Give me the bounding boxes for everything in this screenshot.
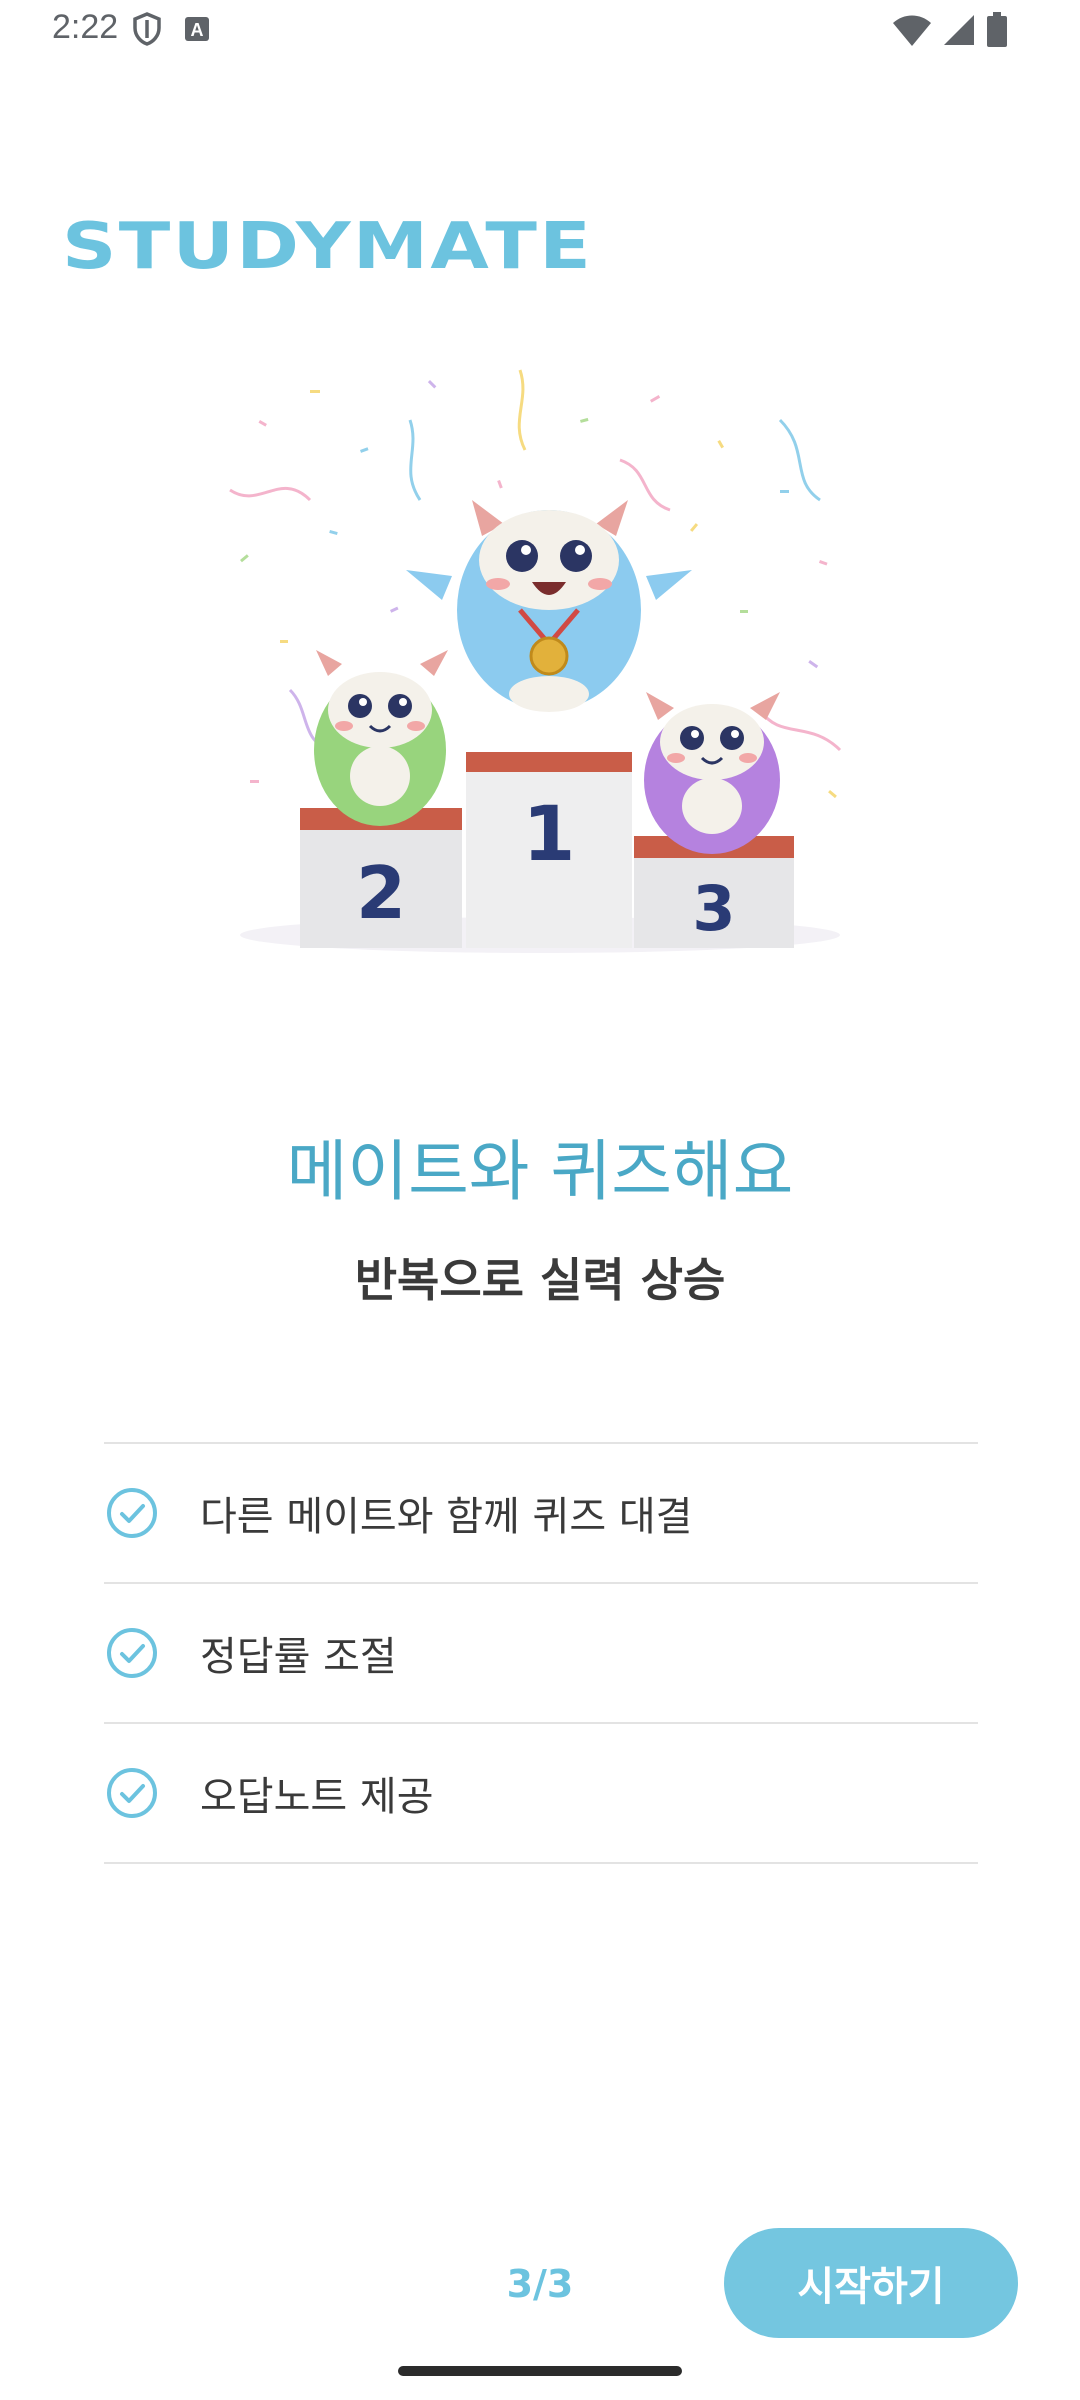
status-bar: 2:22 A (0, 0, 1080, 64)
podium-2-label: 2 (356, 851, 406, 935)
home-indicator[interactable] (398, 2366, 682, 2376)
app-logo: STUDYMATE (62, 210, 594, 284)
onboarding-title: 메이트와 퀴즈해요 (286, 1133, 794, 1210)
feature-label: 다른 메이트와 함께 퀴즈 대결 (200, 1494, 693, 1540)
signal-icon (942, 13, 976, 51)
start-button[interactable]: 시작하기 (724, 2228, 1018, 2338)
check-circle-icon (106, 1767, 158, 1819)
battery-icon (986, 12, 1008, 52)
onboarding-subtitle: 반복으로 실력 상승 (354, 1253, 726, 1307)
wifi-icon (892, 13, 932, 51)
status-time: 2:22 (52, 8, 119, 46)
podium-1-label: 1 (523, 789, 576, 878)
check-circle-icon (106, 1627, 158, 1679)
feature-list: 다른 메이트와 함께 퀴즈 대결 정답률 조절 오답노트 제공 (104, 1442, 978, 1864)
feature-item: 다른 메이트와 함께 퀴즈 대결 (104, 1444, 978, 1584)
page-indicator: 3/3 (506, 2262, 574, 2306)
feature-item: 오답노트 제공 (104, 1724, 978, 1864)
check-circle-icon (106, 1487, 158, 1539)
podium-illustration: 2 1 3 (220, 360, 860, 960)
status-right-icons (892, 12, 1008, 52)
podium-3-label: 3 (692, 872, 735, 945)
feature-label: 정답률 조절 (200, 1634, 397, 1680)
status-left-icons: A (132, 12, 210, 50)
purple-mascot (644, 692, 780, 854)
blue-mascot (406, 500, 692, 712)
green-mascot (314, 650, 448, 826)
keyboard-a-icon: A (184, 16, 210, 46)
shield-icon (132, 12, 162, 50)
svg-text:A: A (191, 20, 204, 40)
feature-label: 오답노트 제공 (200, 1774, 434, 1820)
feature-item: 정답률 조절 (104, 1584, 978, 1724)
